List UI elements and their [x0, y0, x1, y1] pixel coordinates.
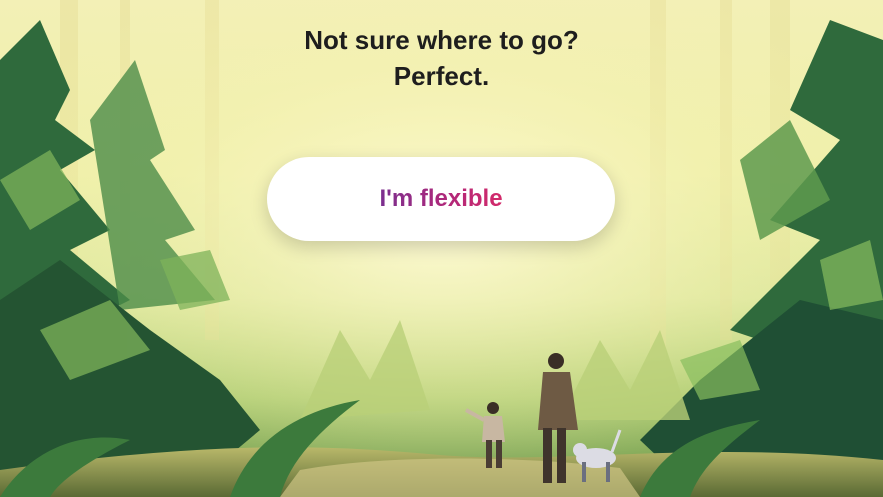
hero-banner: Not sure where to go? Perfect. I'm flexi… [0, 0, 883, 497]
headline-line-1: Not sure where to go? [304, 25, 579, 55]
flexible-search-button[interactable]: I'm flexible [267, 157, 615, 241]
hero-headline: Not sure where to go? Perfect. [0, 22, 883, 94]
headline-line-2: Perfect. [393, 61, 490, 91]
flexible-button-label: I'm flexible [379, 185, 503, 212]
